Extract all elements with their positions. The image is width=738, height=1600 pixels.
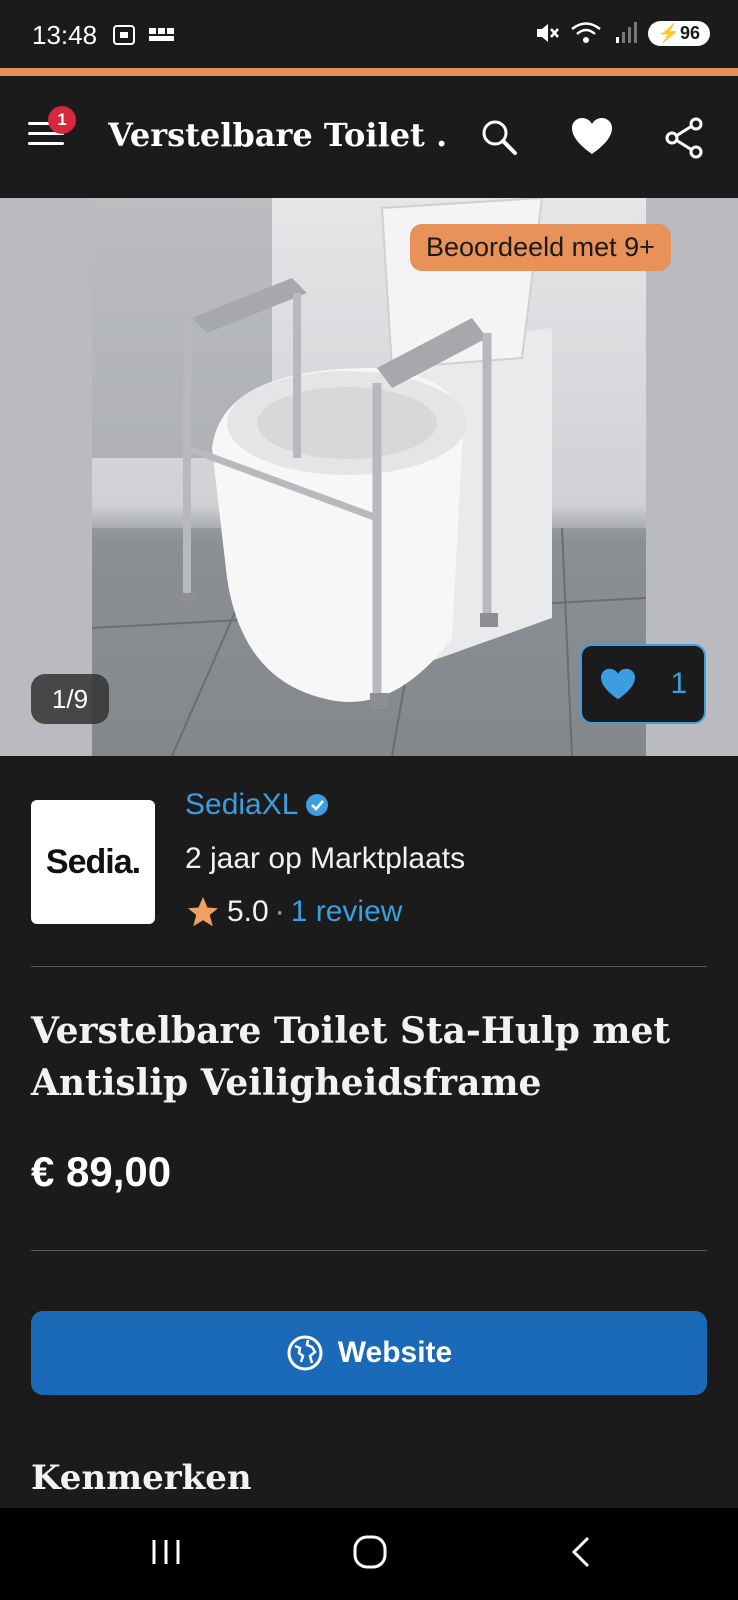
bbc-news-icon — [149, 28, 174, 41]
signal-icon — [615, 22, 637, 43]
features-heading: Kenmerken — [31, 1458, 252, 1498]
mute-icon — [536, 24, 559, 42]
reviews-link[interactable]: 1 review — [291, 895, 403, 929]
status-bar: 13:48 ⚡96 — [0, 0, 738, 68]
status-right-icons: ⚡96 — [534, 20, 710, 46]
system-nav-bar — [0, 1508, 738, 1600]
menu-icon-bar — [28, 142, 64, 145]
rating-separator: · — [274, 895, 285, 928]
home-icon[interactable] — [352, 1534, 388, 1570]
divider — [31, 1250, 707, 1251]
battery-level: 96 — [679, 22, 700, 43]
accent-line — [0, 68, 738, 76]
seller-member-since: 2 jaar op Marktplaats — [185, 842, 466, 875]
rated-badge: Beoordeeld met 9+ — [410, 224, 671, 271]
star-icon — [188, 897, 218, 927]
back-icon[interactable] — [564, 1534, 600, 1570]
page-title: Verstelbare Toilet ... — [108, 116, 448, 154]
status-time: 13:48 — [32, 20, 98, 50]
heart-icon[interactable] — [570, 116, 614, 156]
seller-logo[interactable]: Sedia. — [31, 800, 155, 924]
search-icon[interactable] — [478, 116, 520, 158]
app-bar: 1 Verstelbare Toilet ... — [0, 76, 738, 198]
globe-icon — [287, 1335, 323, 1371]
seller-rating: 5.0 · 1 review — [185, 894, 402, 930]
share-icon[interactable] — [662, 116, 706, 160]
battery-indicator: ⚡96 — [647, 20, 710, 46]
seller-name-link[interactable]: SediaXL — [185, 788, 330, 822]
image-gallery[interactable]: Beoordeeld met 9+ 1/9 1 — [0, 198, 738, 756]
battery-icon: ⚡ — [657, 22, 680, 43]
divider — [31, 966, 707, 967]
like-count: 1 — [670, 667, 688, 700]
seller-name[interactable]: SediaXL — [185, 788, 298, 822]
status-left-icons — [112, 24, 176, 46]
wifi-icon — [570, 22, 601, 43]
website-label[interactable]: Website — [338, 1336, 452, 1370]
menu-badge: 1 — [48, 106, 76, 134]
website-button[interactable]: Website — [31, 1311, 707, 1395]
rating-value: 5.0 — [227, 895, 269, 928]
screenshot-icon — [113, 25, 135, 45]
heart-filled-icon — [600, 668, 635, 700]
product-price: € 89,00 — [31, 1148, 172, 1195]
like-button[interactable]: 1 — [580, 644, 706, 724]
toilet-frame-illustration — [92, 198, 646, 756]
recent-apps-icon[interactable] — [148, 1534, 184, 1570]
product-title: Verstelbare Toilet Sta-Hulp met Antislip… — [31, 1010, 671, 1104]
seller-card[interactable]: Sedia. SediaXL 2 jaar op Marktplaats 5.0… — [31, 788, 707, 928]
product-photo[interactable] — [92, 198, 646, 756]
image-counter: 1/9 — [31, 674, 109, 724]
verified-icon — [306, 794, 329, 816]
